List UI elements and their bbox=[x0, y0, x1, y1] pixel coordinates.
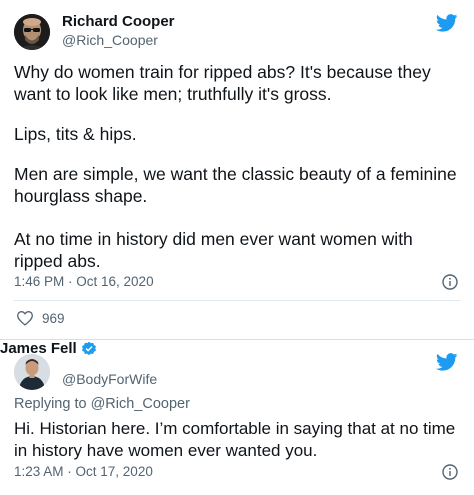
tweet-text-paragraph: Why do women train for ripped abs? It's … bbox=[14, 62, 431, 104]
tweet-timestamp[interactable]: 1:46 PM · Oct 16, 2020 bbox=[14, 274, 154, 289]
like-button[interactable]: 969 bbox=[16, 310, 65, 326]
author-handle[interactable]: @BodyForWife bbox=[62, 371, 157, 387]
tweet-text-paragraph: At no time in history did men ever want … bbox=[14, 229, 413, 271]
author-handle[interactable]: @Rich_Cooper bbox=[62, 32, 158, 48]
avatar[interactable] bbox=[14, 354, 50, 390]
heart-icon bbox=[17, 311, 33, 326]
tweet-timestamp[interactable]: 1:23 AM · Oct 17, 2020 bbox=[14, 464, 153, 479]
verified-badge-icon bbox=[81, 341, 96, 355]
tweet-text-paragraph: Hi. Historian here. I’m comfortable in s… bbox=[14, 419, 456, 460]
author-name[interactable]: Richard Cooper bbox=[62, 13, 175, 30]
twitter-bird-icon[interactable] bbox=[436, 353, 458, 371]
avatar-image bbox=[14, 354, 50, 390]
tweet-original: Richard Cooper @Rich_Cooper Why do women… bbox=[0, 0, 474, 338]
tweet-text-paragraph: Lips, tits & hips. bbox=[14, 124, 137, 144]
tweet-reply: James Fell @BodyForWife Replying to @Ric… bbox=[0, 339, 474, 495]
info-icon[interactable] bbox=[442, 464, 458, 480]
like-count: 969 bbox=[42, 310, 65, 326]
info-icon[interactable] bbox=[442, 274, 458, 290]
replying-to[interactable]: Replying to @Rich_Cooper bbox=[14, 396, 190, 412]
divider bbox=[14, 300, 460, 301]
tweet-text-paragraph: Men are simple, we want the classic beau… bbox=[14, 164, 457, 206]
twitter-bird-icon[interactable] bbox=[436, 14, 458, 32]
avatar[interactable] bbox=[14, 14, 50, 50]
author-name-row: James Fell bbox=[0, 340, 474, 357]
avatar-image bbox=[14, 14, 50, 50]
